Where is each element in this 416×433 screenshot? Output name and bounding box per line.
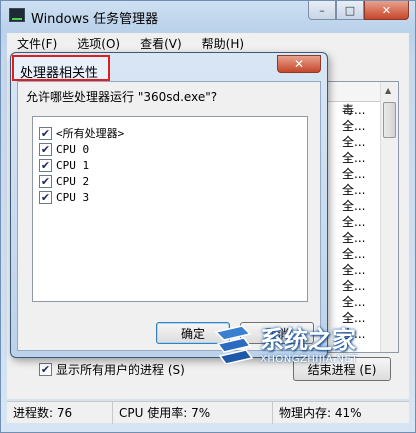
process-cell[interactable]: 全... [338,278,378,294]
watermark-logo-icon [214,325,254,364]
checkbox-checked-icon[interactable]: ✔ [39,126,52,140]
process-cell[interactable]: 全... [338,182,378,198]
processor-label: CPU 1 [56,158,90,172]
checkbox-checked-icon[interactable]: ✔ [39,142,52,156]
window-controls: – □ ✕ [308,1,409,20]
affinity-question: 允许哪些处理器运行 "360sd.exe"? [26,90,218,104]
checkbox-checked-icon[interactable]: ✔ [39,174,52,188]
processor-item-all[interactable]: ✔ <所有处理器> [39,125,124,141]
dialog-title-highlight: 处理器相关性 [12,55,110,81]
process-cell[interactable]: 全... [338,150,378,166]
status-bar: 进程数: 76 CPU 使用率: 7% 物理内存: 41% [7,401,409,424]
process-cell[interactable]: 全... [338,214,378,230]
process-cell[interactable]: 全... [338,262,378,278]
dialog-title: 处理器相关性 [20,66,99,81]
checkbox-checked-icon[interactable]: ✔ [39,158,52,172]
status-cpu-usage: CPU 使用率: 7% [113,401,273,424]
watermark-url: XHONGZHIJIA.NET [260,354,358,365]
show-all-users-checkbox[interactable]: ✔ [39,363,52,376]
processor-label: CPU 2 [56,174,90,188]
menu-options[interactable]: 选项(O) [67,35,130,52]
scroll-up-icon[interactable]: ▲ [385,86,391,95]
processor-affinity-dialog: 处理器相关性 ✕ 允许哪些处理器运行 "360sd.exe"? ✔ <所有处理器… [10,52,328,358]
dialog-client-area: 允许哪些处理器运行 "360sd.exe"? ✔ <所有处理器> ✔ CPU 0… [17,81,321,351]
process-cell[interactable]: 全... [338,134,378,150]
minimize-button[interactable]: – [308,1,336,20]
process-cell[interactable]: 全... [338,246,378,262]
menu-file[interactable]: 文件(F) [7,35,67,52]
process-cell[interactable]: 全... [338,230,378,246]
processor-item-cpu1[interactable]: ✔ CPU 1 [39,157,89,173]
title-bar[interactable]: Windows 任务管理器 – □ ✕ [1,1,415,31]
processor-item-cpu0[interactable]: ✔ CPU 0 [39,141,89,157]
maximize-button[interactable]: □ [336,1,364,20]
processor-label: <所有处理器> [56,127,125,140]
watermark-name: 系统之家 [260,326,356,354]
checkbox-checked-icon[interactable]: ✔ [39,190,52,204]
process-cell[interactable]: 全... [338,166,378,182]
process-cell[interactable]: 全... [338,118,378,134]
menu-view[interactable]: 查看(V) [130,35,192,52]
task-manager-icon [9,8,25,22]
close-button[interactable]: ✕ [364,1,409,20]
processor-label: CPU 3 [56,190,90,204]
menu-help[interactable]: 帮助(H) [192,35,254,52]
menu-bar: 文件(F) 选项(O) 查看(V) 帮助(H) [7,33,409,53]
process-cell[interactable]: 全... [338,294,378,310]
scroll-thumb[interactable] [383,102,396,138]
processor-list: ✔ <所有处理器> ✔ CPU 0 ✔ CPU 1 ✔ CPU 2 ✔ CPU … [32,116,308,302]
dialog-close-button[interactable]: ✕ [277,55,321,73]
watermark: 系统之家 XHONGZHIJIA.NET [212,318,408,376]
show-all-users-label: 显示所有用户的进程 (S) [56,363,185,377]
processor-item-cpu2[interactable]: ✔ CPU 2 [39,173,89,189]
processor-item-cpu3[interactable]: ✔ CPU 3 [39,189,89,205]
processor-label: CPU 0 [56,142,90,156]
window-title: Windows 任务管理器 [31,12,159,27]
vertical-scrollbar[interactable]: ▲ [380,82,398,352]
show-all-users-option[interactable]: ✔ 显示所有用户的进程 (S) [39,361,185,378]
process-cell[interactable]: 毒... [338,102,378,118]
status-process-count: 进程数: 76 [7,401,113,424]
status-physical-memory: 物理内存: 41% [279,405,362,420]
process-rows: 毒... 全... 全... 全... 全... 全... 全... 全... … [338,102,378,342]
process-cell[interactable]: 全... [338,198,378,214]
